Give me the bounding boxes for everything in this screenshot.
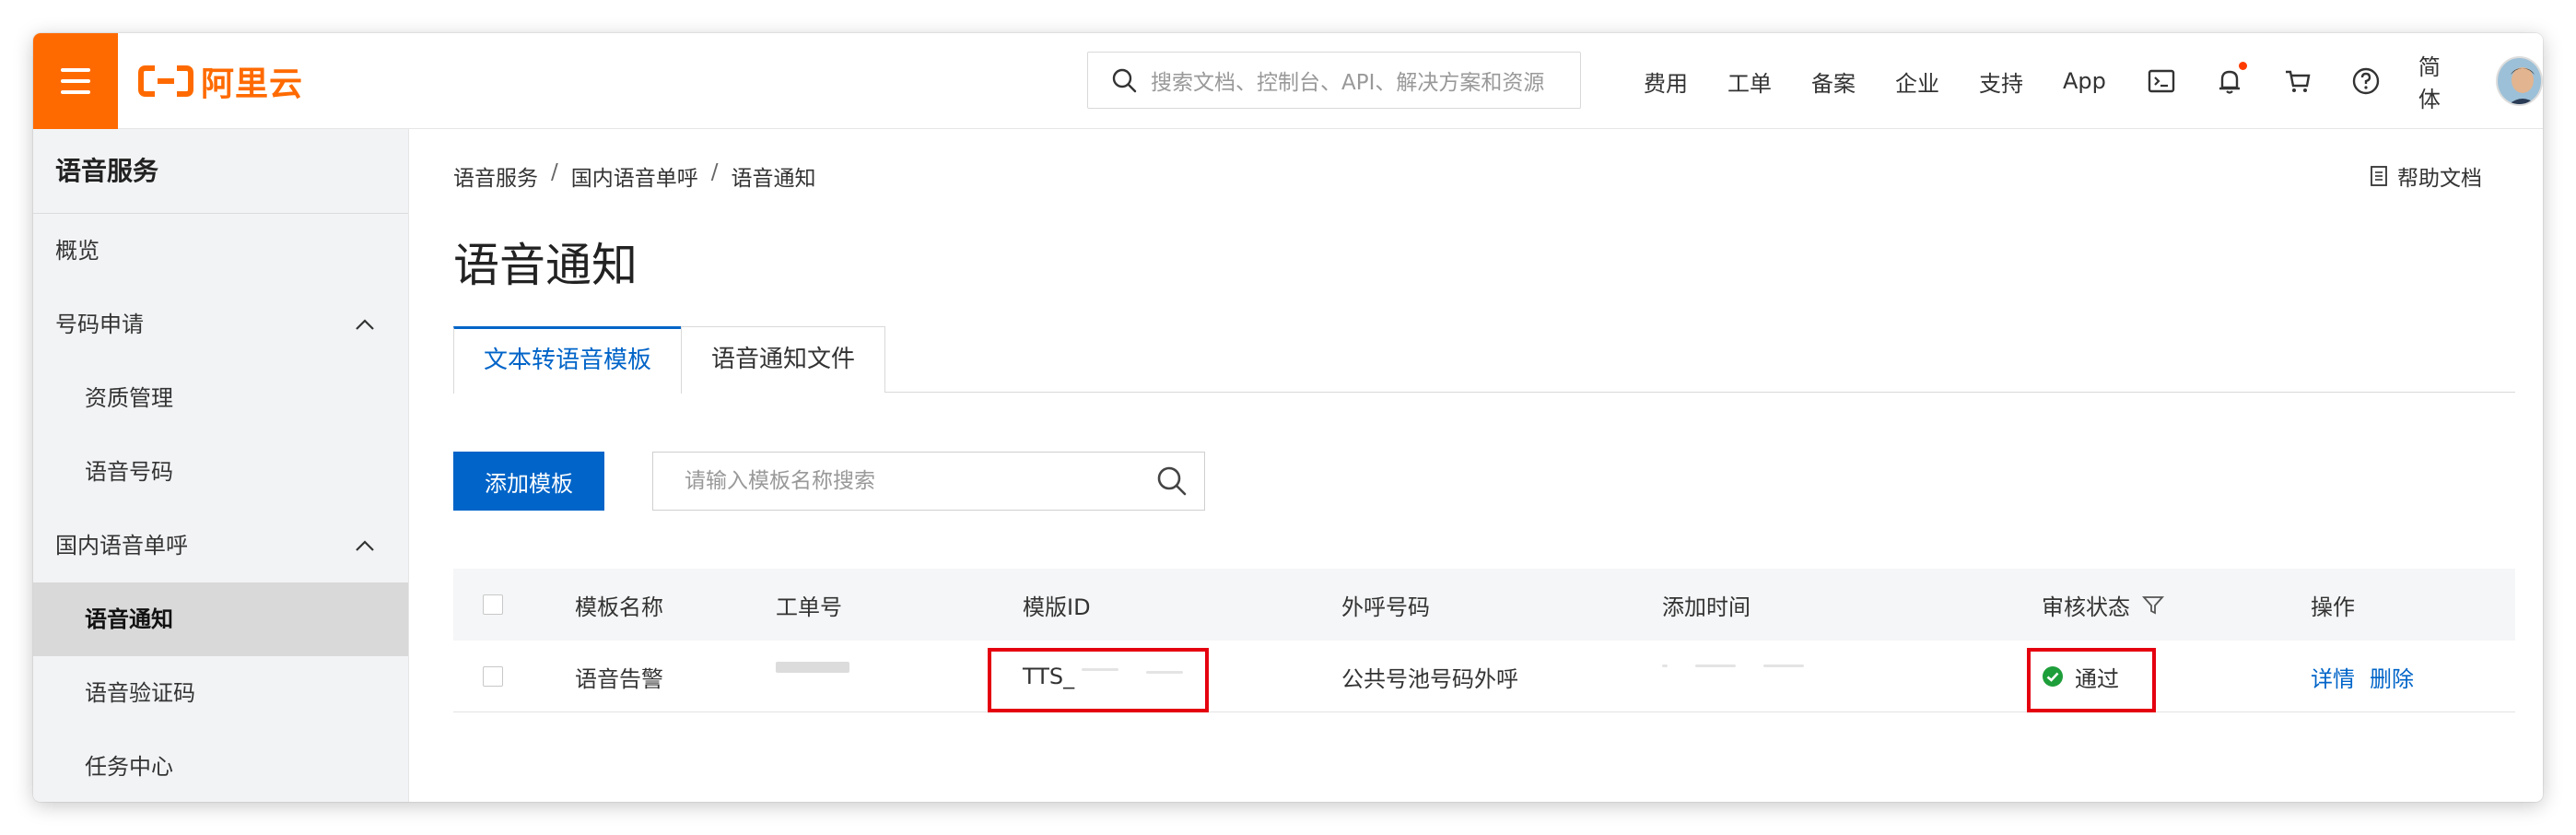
avatar-image	[2497, 58, 2542, 104]
col-review-status-label: 审核状态	[2042, 594, 2130, 620]
tab-notification-file[interactable]: 语音通知文件	[681, 326, 886, 393]
sidebar-item-voice-notification[interactable]: 语音通知	[33, 582, 408, 656]
aliyun-logo-icon	[138, 65, 193, 97]
row-select-cell	[483, 641, 503, 712]
cell-added-time-redacted	[1662, 629, 1804, 701]
nav-icp-filing[interactable]: 备案	[1811, 65, 1856, 98]
bell-icon[interactable]	[2214, 62, 2247, 97]
cart-icon[interactable]	[2282, 65, 2313, 97]
select-all-checkbox[interactable]	[483, 594, 503, 615]
table-header: 模板名称 工单号 模版ID 外呼号码 添加时间 审核状态 操作	[453, 569, 2515, 641]
nav-app[interactable]: App	[2063, 68, 2106, 94]
breadcrumb: 语音服务 / 国内语音单呼 / 语音通知	[453, 160, 816, 192]
template-search-input[interactable]	[653, 453, 1154, 510]
sidebar-item-label: 资质管理	[85, 385, 173, 411]
page-title: 语音通知	[453, 239, 638, 292]
tabs: 文本转语音模板 语音通知文件	[453, 326, 2515, 394]
sidebar-item-qualification[interactable]: 资质管理	[33, 361, 408, 435]
sidebar-item-overview[interactable]: 概览	[33, 214, 408, 288]
document-icon	[2371, 166, 2387, 186]
table-row: 语音告警 TTS_ 公共号池号码外呼 通过 详情 删除	[453, 641, 2515, 712]
console-window: 阿里云 搜索文档、控制台、API、解决方案和资源 费用 工单 备案 企业 支持 …	[33, 33, 2543, 802]
search-icon[interactable]	[1154, 464, 1189, 499]
redaction-mark	[1662, 664, 1668, 667]
delete-link[interactable]: 删除	[2370, 661, 2414, 693]
sidebar-item-label: 语音验证码	[85, 680, 195, 706]
user-avatar[interactable]	[2495, 56, 2543, 106]
col-review-status: 审核状态	[2042, 569, 2165, 641]
help-circle-icon[interactable]	[2350, 65, 2382, 97]
chevron-up-icon	[356, 540, 374, 551]
top-nav: 费用 工单 备案 企业 支持 App 简体	[1644, 33, 2543, 129]
highlight-box-template-id	[988, 648, 1209, 712]
breadcrumb-separator: /	[551, 160, 558, 184]
row-checkbox[interactable]	[483, 666, 503, 687]
sidebar-item-label: 语音号码	[85, 459, 173, 485]
redaction-mark	[776, 662, 849, 673]
breadcrumb-item[interactable]: 语音服务	[453, 160, 538, 192]
sidebar-item-domestic-single-call[interactable]: 国内语音单呼	[33, 509, 408, 582]
sidebar-title: 语音服务	[33, 129, 408, 214]
main-content: 语音服务 / 国内语音单呼 / 语音通知 帮助文档 语音通知 文本转语音模板 语…	[409, 129, 2543, 802]
notification-dot	[2238, 62, 2247, 70]
language-switch[interactable]: 简体	[2418, 49, 2461, 113]
sidebar-item-label: 概览	[55, 238, 100, 264]
highlight-box-review-status	[2027, 648, 2156, 712]
sidebar-item-voice-number[interactable]: 语音号码	[33, 435, 408, 509]
hamburger-menu-button[interactable]	[33, 33, 118, 129]
select-all-cell	[483, 569, 503, 641]
add-template-button[interactable]: 添加模板	[453, 452, 604, 511]
nav-enterprise[interactable]: 企业	[1895, 65, 1939, 98]
breadcrumb-item[interactable]: 国内语音单呼	[571, 160, 698, 192]
sidebar: 语音服务 概览 号码申请 资质管理 语音号码 国内语音单呼 语音通知 语音验证码	[33, 129, 409, 802]
nav-billing[interactable]: 费用	[1644, 65, 1688, 98]
sidebar-item-voice-verification[interactable]: 语音验证码	[33, 656, 408, 730]
top-bar: 阿里云 搜索文档、控制台、API、解决方案和资源 费用 工单 备案 企业 支持 …	[33, 33, 2543, 129]
chevron-up-icon	[356, 319, 374, 330]
sidebar-item-number-application[interactable]: 号码申请	[33, 288, 408, 361]
filter-icon[interactable]	[2141, 593, 2165, 617]
cell-template-name: 语音告警	[575, 665, 663, 692]
sidebar-item-label: 号码申请	[55, 312, 144, 337]
nav-support[interactable]: 支持	[1979, 65, 2023, 98]
tab-tts-template[interactable]: 文本转语音模板	[453, 326, 683, 394]
terminal-icon[interactable]	[2146, 65, 2177, 97]
help-doc-link[interactable]: 帮助文档	[2368, 160, 2482, 192]
redaction-mark	[1763, 664, 1804, 667]
cell-actions: 详情 删除	[2311, 641, 2429, 712]
sidebar-item-label: 国内语音单呼	[55, 533, 188, 559]
breadcrumb-current: 语音通知	[731, 167, 816, 191]
col-call-number: 外呼号码	[1341, 594, 1430, 620]
nav-tickets[interactable]: 工单	[1727, 65, 1772, 98]
col-template-name: 模板名称	[575, 594, 663, 620]
cell-ticket-number-redacted	[776, 631, 849, 703]
col-actions: 操作	[2311, 594, 2355, 620]
help-doc-label: 帮助文档	[2397, 167, 2482, 191]
sidebar-item-task-center[interactable]: 任务中心	[33, 730, 408, 802]
redaction-mark	[1695, 664, 1736, 667]
breadcrumb-separator: /	[710, 160, 719, 184]
cell-call-number: 公共号池号码外呼	[1341, 665, 1518, 692]
template-search	[652, 452, 1205, 511]
col-template-id: 模版ID	[1023, 594, 1091, 620]
col-ticket-number: 工单号	[776, 594, 842, 620]
details-link[interactable]: 详情	[2311, 661, 2355, 693]
logo-text: 阿里云	[201, 65, 304, 103]
global-search-placeholder: 搜索文档、控制台、API、解决方案和资源	[1151, 71, 1545, 95]
sidebar-item-label: 语音通知	[85, 606, 173, 632]
template-table: 模板名称 工单号 模版ID 外呼号码 添加时间 审核状态 操作 语音告警 TTS…	[453, 569, 2515, 712]
search-icon	[1112, 68, 1137, 93]
global-search-input[interactable]: 搜索文档、控制台、API、解决方案和资源	[1087, 52, 1581, 109]
aliyun-logo[interactable]: 阿里云	[138, 61, 303, 103]
sidebar-item-label: 任务中心	[85, 754, 173, 780]
